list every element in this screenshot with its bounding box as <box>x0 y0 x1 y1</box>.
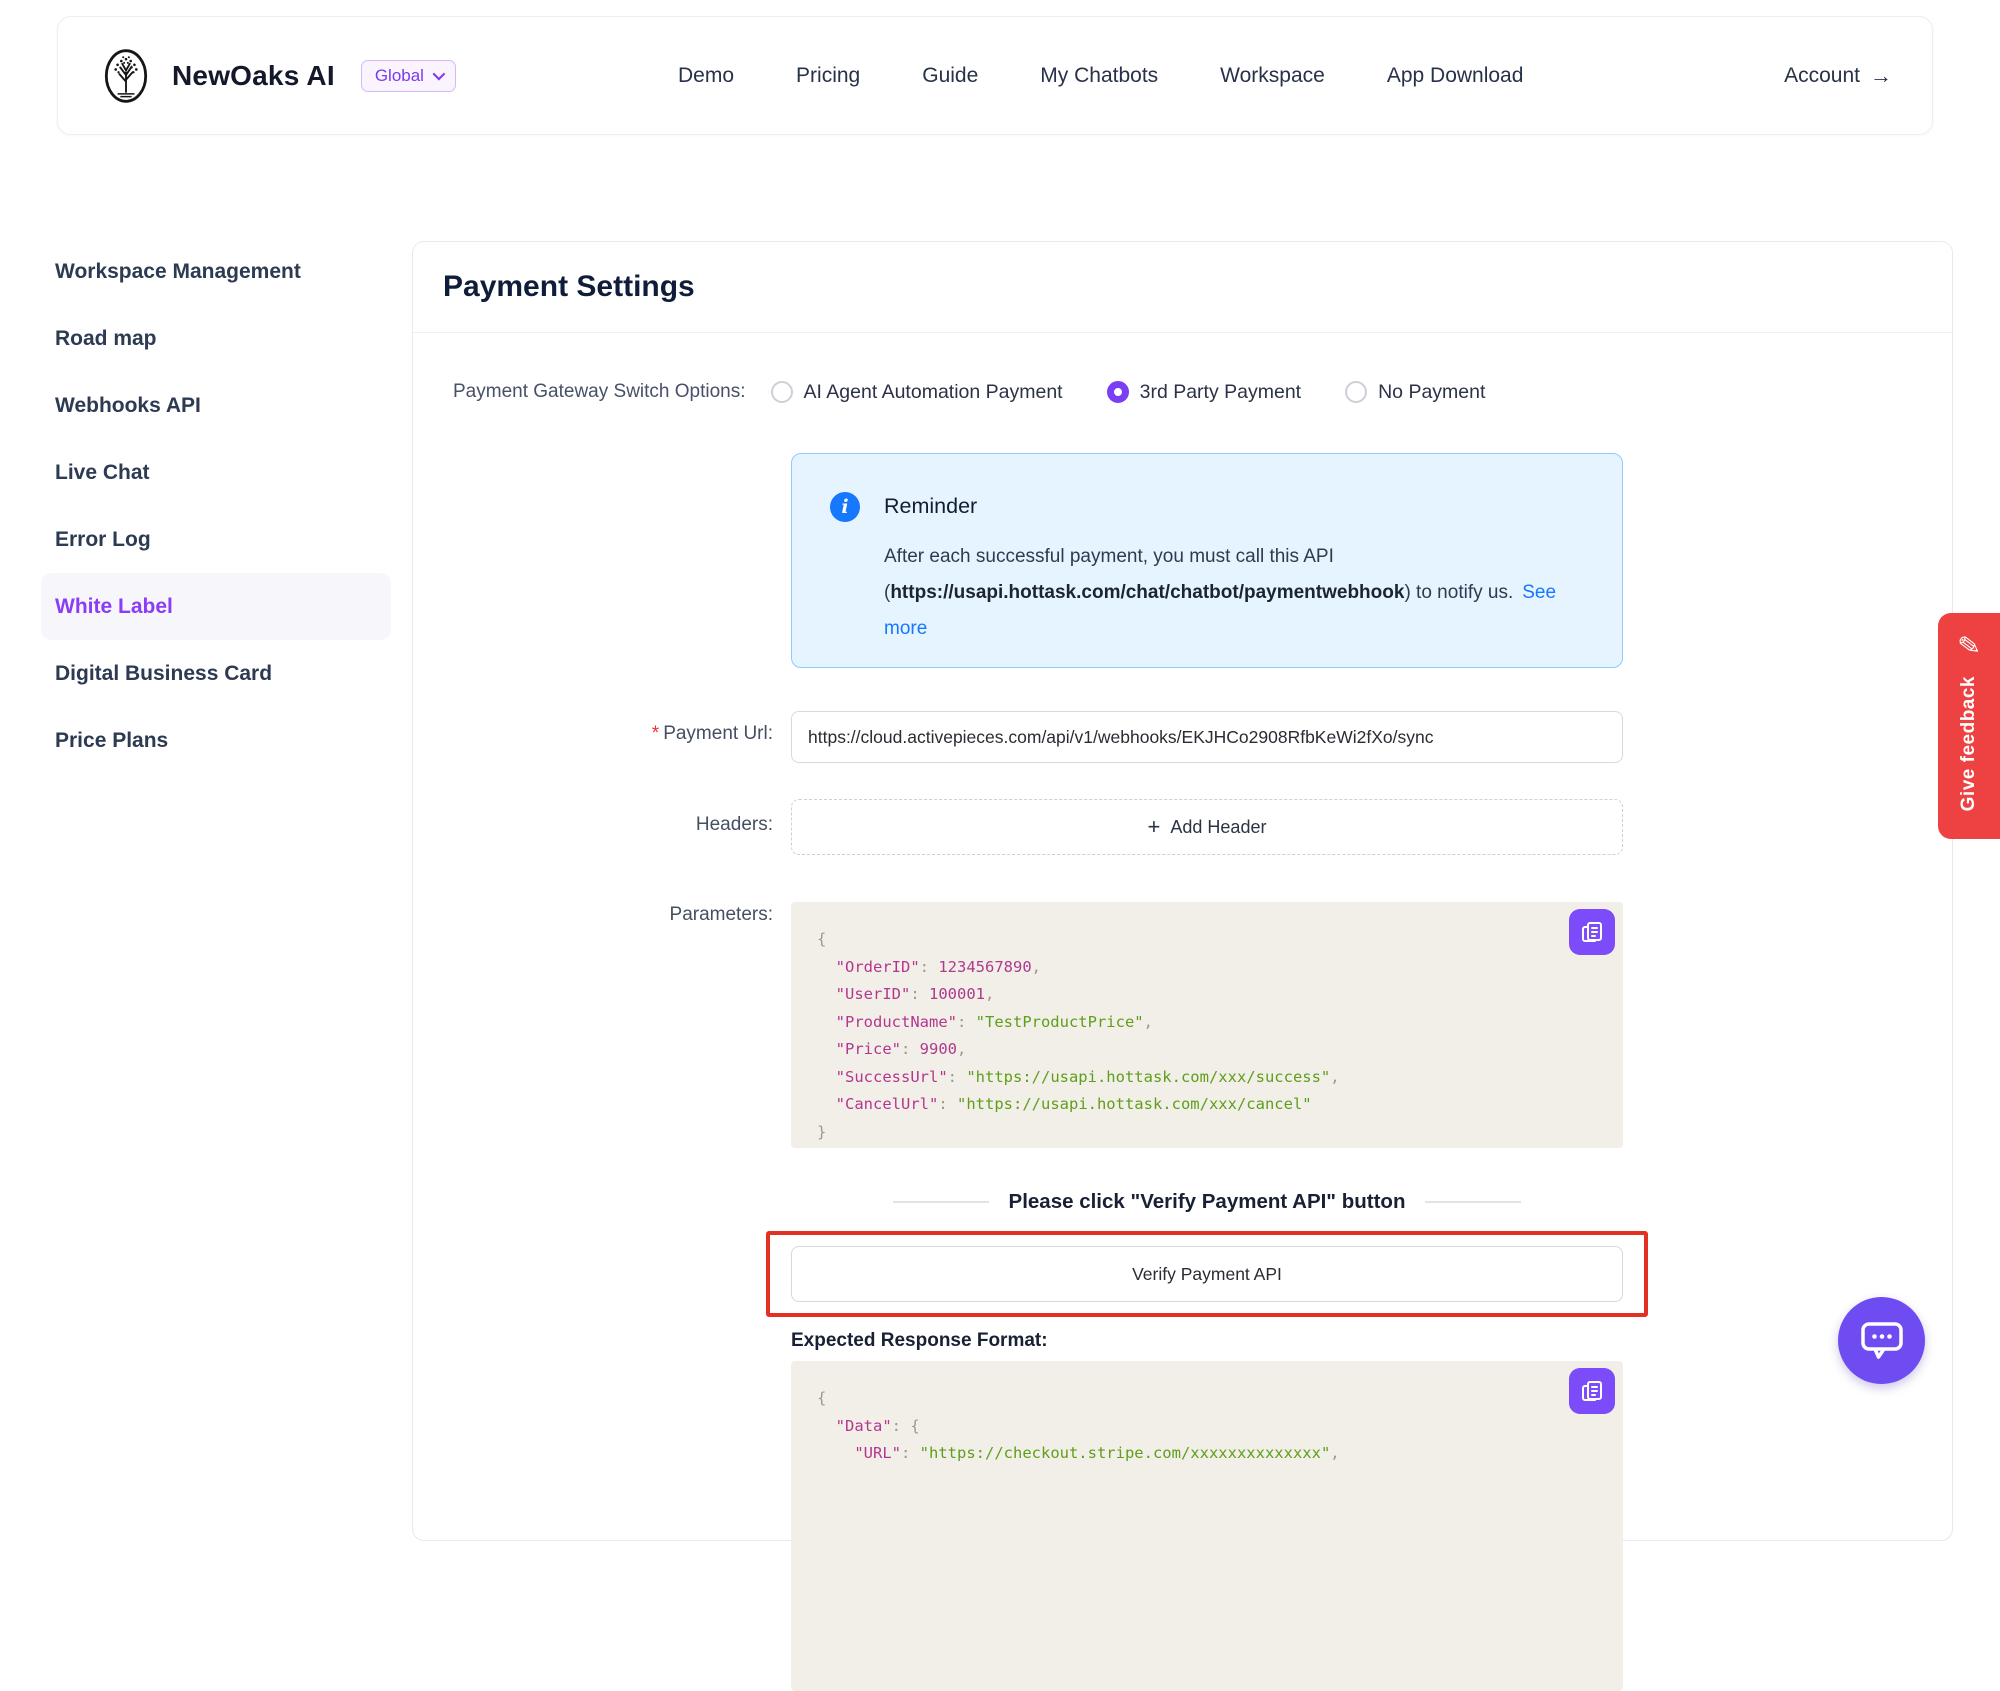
reminder-api-url: https://usapi.hottask.com/chat/chatbot/p… <box>890 582 1404 603</box>
brand-group[interactable]: NewOaks AI Global <box>96 46 456 106</box>
arrow-right-icon: → <box>1870 63 1892 89</box>
verify-instruction-text: Please click "Verify Payment API" button <box>1009 1190 1406 1214</box>
give-feedback-tab[interactable]: ✎ Give feedback <box>1938 613 2000 839</box>
payment-url-input[interactable] <box>791 711 1623 763</box>
code-line: "ProductName": "TestProductPrice", <box>817 1009 1623 1037</box>
sidebar-item-digital-business-card[interactable]: Digital Business Card <box>41 640 391 707</box>
code-line: "OrderID": 1234567890, <box>817 954 1623 982</box>
sidebar-item-webhooks-api[interactable]: Webhooks API <box>41 372 391 439</box>
give-feedback-label: Give feedback <box>1958 676 1980 811</box>
main-nav: Demo Pricing Guide My Chatbots Workspace App … <box>678 17 1523 134</box>
pencil-icon: ✎ <box>1956 630 1983 664</box>
headers-label: Headers: <box>453 814 773 836</box>
radio-unselected-icon[interactable] <box>1345 381 1367 403</box>
add-header-button[interactable]: + Add Header <box>791 799 1623 855</box>
plus-icon: + <box>1148 816 1161 838</box>
code-line: "URL": "https://checkout.stripe.com/xxxx… <box>817 1440 1623 1468</box>
page-title: Payment Settings <box>443 270 695 304</box>
nav-item-guide[interactable]: Guide <box>922 64 978 88</box>
sidebar-item-error-log[interactable]: Error Log <box>41 506 391 573</box>
reminder-alert: i Reminder After each successful payment… <box>791 453 1623 668</box>
nav-item-demo[interactable]: Demo <box>678 64 734 88</box>
gateway-switch-row: Payment Gateway Switch Options: AI Agent… <box>453 377 1485 407</box>
radio-unselected-icon[interactable] <box>771 381 793 403</box>
copy-document-icon <box>1580 1379 1604 1403</box>
verify-instruction-divider: Please click "Verify Payment API" button <box>791 1187 1623 1217</box>
region-label: Global <box>375 66 424 86</box>
code-line: { <box>817 1385 1623 1413</box>
copy-icon-button[interactable] <box>1569 909 1615 955</box>
expected-response-label: Expected Response Format: <box>791 1330 1048 1352</box>
reminder-title: Reminder <box>884 494 977 519</box>
nav-item-my-chatbots[interactable]: My Chatbots <box>1040 64 1158 88</box>
chevron-down-icon <box>433 68 446 81</box>
code-line: "UserID": 100001, <box>817 981 1623 1009</box>
info-icon: i <box>830 492 860 522</box>
chat-bubble-icon <box>1859 1319 1905 1363</box>
payment-url-label: *Payment Url: <box>453 723 773 745</box>
code-line: { <box>817 926 1623 954</box>
account-link[interactable]: Account → <box>1784 17 1892 134</box>
radio-option-label: No Payment <box>1378 381 1485 404</box>
divider-line <box>893 1201 989 1203</box>
sidebar-item-white-label[interactable]: White Label <box>41 573 391 640</box>
gateway-options-label: Payment Gateway Switch Options: <box>453 381 746 403</box>
code-line: "Data": { <box>817 1413 1623 1441</box>
nav-item-workspace[interactable]: Workspace <box>1220 64 1325 88</box>
newoaks-tree-logo-icon <box>96 46 156 106</box>
top-nav-bar: NewOaks AI Global Demo Pricing Guide My Cha… <box>57 16 1933 135</box>
expected-response-code-block: { "Data": { "URL": "https://checkout.str… <box>791 1361 1623 1691</box>
brand-name[interactable]: NewOaks AI <box>172 60 335 92</box>
radio-option-label: AI Agent Automation Payment <box>804 381 1063 404</box>
chat-widget-button[interactable] <box>1838 1297 1925 1384</box>
sidebar-item-live-chat[interactable]: Live Chat <box>41 439 391 506</box>
verify-payment-api-button[interactable]: Verify Payment API <box>791 1246 1623 1302</box>
radio-selected-icon[interactable] <box>1107 381 1129 403</box>
reminder-text-after: ) to notify us. <box>1404 582 1513 603</box>
required-asterisk: * <box>652 723 659 744</box>
code-line: } <box>817 1119 1623 1147</box>
radio-option-3rd-party-payment[interactable]: 3rd Party Payment <box>1107 381 1301 404</box>
sidebar-item-workspace-management[interactable]: Workspace Management <box>41 238 391 305</box>
code-line: "CancelUrl": "https://usapi.hottask.com/… <box>817 1091 1623 1119</box>
radio-option-label: 3rd Party Payment <box>1140 381 1301 404</box>
global-region-dropdown[interactable]: Global <box>361 60 456 92</box>
payment-settings-card: Payment Settings Payment Gateway Switch … <box>412 241 1953 1541</box>
radio-option-no-payment[interactable]: No Payment <box>1345 381 1485 404</box>
code-line: "Price": 9900, <box>817 1036 1623 1064</box>
nav-item-app-download[interactable]: App Download <box>1387 64 1524 88</box>
sidebar-item-price-plans[interactable]: Price Plans <box>41 707 391 774</box>
parameters-label: Parameters: <box>453 904 773 926</box>
code-line: "SuccessUrl": "https://usapi.hottask.com… <box>817 1064 1623 1092</box>
copy-icon-button[interactable] <box>1569 1368 1615 1414</box>
copy-document-icon <box>1580 920 1604 944</box>
card-header: Payment Settings <box>413 242 1952 333</box>
account-label: Account <box>1784 64 1860 88</box>
nav-item-pricing[interactable]: Pricing <box>796 64 860 88</box>
radio-option-ai-agent-automation-payment[interactable]: AI Agent Automation Payment <box>771 381 1063 404</box>
gateway-radio-group: AI Agent Automation Payment 3rd Party Pay… <box>771 381 1486 404</box>
add-header-label: Add Header <box>1170 817 1266 838</box>
divider-line <box>1425 1201 1521 1203</box>
expected-response-json: { "Data": { "URL": "https://checkout.str… <box>817 1385 1623 1468</box>
parameters-code-block: { "OrderID": 1234567890, "UserID": 10000… <box>791 902 1623 1148</box>
sidebar: Workspace ManagementRoad mapWebhooks API… <box>41 238 391 774</box>
reminder-body: After each successful payment, you must … <box>884 539 1590 647</box>
sidebar-item-road-map[interactable]: Road map <box>41 305 391 372</box>
parameters-json: { "OrderID": 1234567890, "UserID": 10000… <box>817 926 1623 1146</box>
